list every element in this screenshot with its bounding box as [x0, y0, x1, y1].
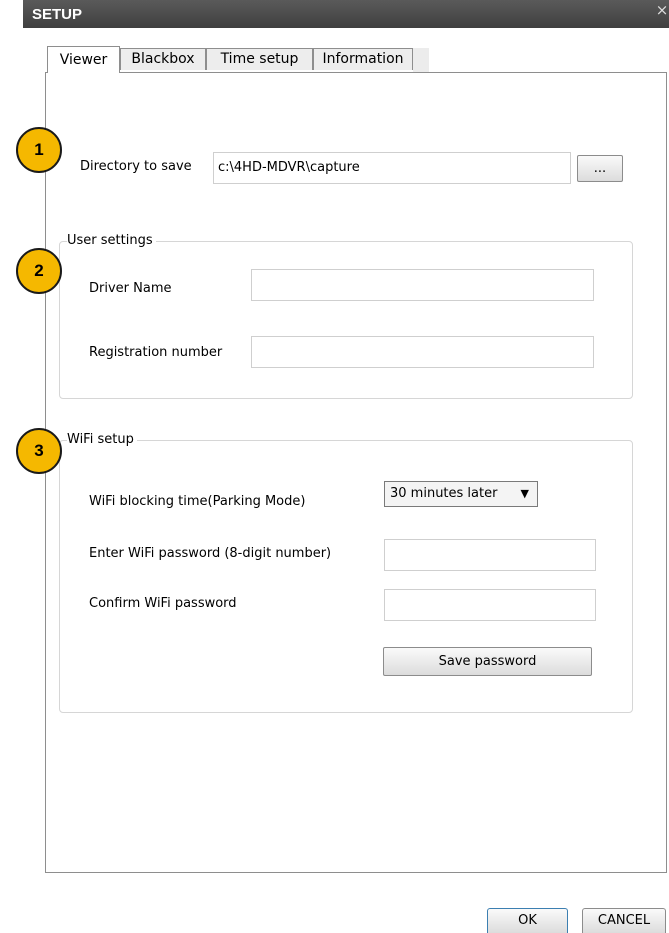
- callout-badge-2: 2: [16, 248, 62, 294]
- wifi-blocking-value: 30 minutes later: [390, 486, 498, 501]
- wifi-password-field[interactable]: [384, 539, 596, 571]
- registration-number-field[interactable]: [251, 336, 594, 368]
- wifi-blocking-select[interactable]: 30 minutes later ▼: [384, 481, 538, 507]
- callout-badge-1: 1: [16, 127, 62, 173]
- wifi-blocking-label: WiFi blocking time(Parking Mode): [89, 494, 306, 509]
- window-title: SETUP: [32, 6, 83, 23]
- tab-time-setup[interactable]: Time setup: [206, 48, 313, 70]
- confirm-password-field[interactable]: [384, 589, 596, 621]
- driver-name-field[interactable]: [251, 269, 594, 301]
- confirm-password-label: Confirm WiFi password: [89, 596, 237, 611]
- tab-strip-filler: [413, 48, 429, 72]
- user-settings-legend: User settings: [67, 233, 156, 248]
- registration-number-label: Registration number: [89, 345, 223, 360]
- wifi-setup-legend: WiFi setup: [67, 432, 137, 447]
- tab-information[interactable]: Information: [313, 48, 413, 70]
- driver-name-label: Driver Name: [89, 281, 172, 296]
- cancel-button[interactable]: CANCEL: [582, 908, 666, 933]
- tab-blackbox[interactable]: Blackbox: [120, 48, 206, 70]
- browse-button[interactable]: ...: [577, 155, 623, 182]
- callout-badge-3: 3: [16, 428, 62, 474]
- close-icon[interactable]: ×: [655, 0, 669, 20]
- tab-viewer[interactable]: Viewer: [47, 46, 120, 73]
- chevron-down-icon: ▼: [520, 487, 529, 500]
- wifi-password-label: Enter WiFi password (8-digit number): [89, 546, 332, 561]
- title-bar: SETUP ×: [23, 0, 669, 28]
- ok-button[interactable]: OK: [487, 908, 568, 933]
- directory-field[interactable]: c:\4HD-MDVR\capture: [213, 152, 571, 184]
- save-password-button[interactable]: Save password: [383, 647, 592, 676]
- user-settings-group: [59, 241, 633, 399]
- directory-label: Directory to save: [80, 159, 192, 174]
